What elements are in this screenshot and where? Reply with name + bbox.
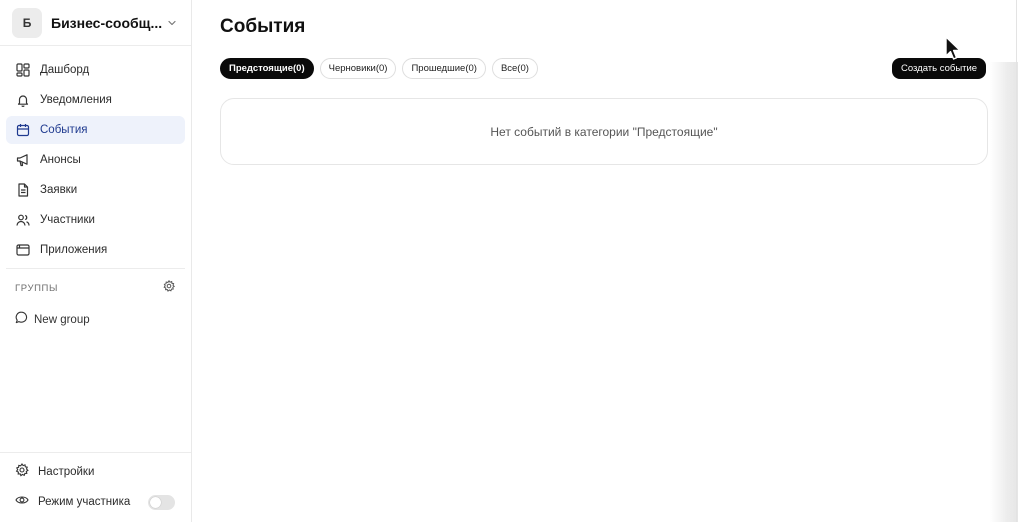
tab-upcoming[interactable]: Предстоящие(0)	[220, 58, 314, 79]
sidebar-item-label: Заявки	[40, 184, 78, 196]
group-item-label: New group	[34, 314, 90, 326]
sidebar-footer: Настройки Режим участника	[0, 452, 191, 522]
megaphone-icon	[15, 152, 31, 168]
workspace-name: Бизнес-сообщ...	[51, 14, 163, 31]
app-window: Б Бизнес-сообщ... Дашборд Уведомления Со…	[0, 0, 1018, 522]
sidebar-item-events[interactable]: События	[6, 116, 185, 144]
sidebar-item-label: Анонсы	[40, 154, 81, 166]
sidebar-item-apps[interactable]: Приложения	[6, 236, 185, 264]
group-item-new-group[interactable]: New group	[0, 307, 191, 333]
sidebar-item-label: События	[40, 124, 88, 136]
tab-drafts[interactable]: Черновики(0)	[319, 58, 397, 79]
empty-state-card: Нет событий в категории "Предстоящие"	[220, 98, 988, 165]
sidebar-item-label: Участники	[40, 214, 95, 226]
sidebar-item-label: Дашборд	[40, 64, 90, 76]
workspace-switcher[interactable]: Б Бизнес-сообщ...	[0, 0, 191, 46]
sidebar-item-requests[interactable]: Заявки	[6, 176, 185, 204]
sidebar-item-participants[interactable]: Участники	[6, 206, 185, 234]
sidebar-item-dashboard[interactable]: Дашборд	[6, 56, 185, 84]
sidebar-item-announcements[interactable]: Анонсы	[6, 146, 185, 174]
eye-icon	[15, 493, 29, 512]
document-icon	[15, 182, 31, 198]
chevron-down-icon[interactable]	[165, 16, 179, 30]
tab-all[interactable]: Все(0)	[491, 58, 538, 79]
sidebar-item-label: Уведомления	[40, 94, 112, 106]
settings-link[interactable]: Настройки	[0, 457, 191, 487]
groups-header: ГРУППЫ	[0, 269, 191, 307]
calendar-icon	[15, 122, 31, 138]
mouse-cursor-icon	[945, 36, 961, 60]
apps-window-icon	[15, 242, 31, 258]
sidebar-item-label: Приложения	[40, 244, 108, 256]
participant-mode-label: Режим участника	[38, 496, 131, 508]
settings-label: Настройки	[38, 466, 95, 478]
tab-past[interactable]: Прошедшие(0)	[402, 58, 486, 79]
bell-icon	[15, 92, 31, 108]
chat-bubble-icon	[15, 311, 28, 329]
create-event-button[interactable]: Создать событие	[892, 58, 987, 79]
panel-edge-shadow	[990, 62, 1018, 522]
users-icon	[15, 212, 31, 228]
window-edge	[1016, 0, 1017, 522]
page-title: События	[220, 16, 306, 37]
participant-mode-toggle[interactable]	[148, 494, 175, 510]
sidebar-nav: Дашборд Уведомления События Анонсы Заявк…	[0, 46, 191, 264]
toggle-knob	[150, 496, 161, 508]
gear-icon	[15, 462, 29, 482]
gear-icon[interactable]	[163, 279, 175, 297]
sidebar: Б Бизнес-сообщ... Дашборд Уведомления Со…	[0, 0, 192, 522]
groups-title: ГРУППЫ	[15, 282, 58, 294]
workspace-avatar: Б	[12, 7, 42, 38]
dashboard-icon	[15, 62, 31, 78]
empty-state-message: Нет событий в категории "Предстоящие"	[490, 124, 718, 139]
main-content: События Предстоящие(0) Черновики(0) Прош…	[192, 0, 1018, 522]
event-filter-tabs: Предстоящие(0) Черновики(0) Прошедшие(0)…	[220, 58, 538, 79]
sidebar-item-notifications[interactable]: Уведомления	[6, 86, 185, 114]
participant-mode-row: Режим участника	[0, 487, 191, 517]
